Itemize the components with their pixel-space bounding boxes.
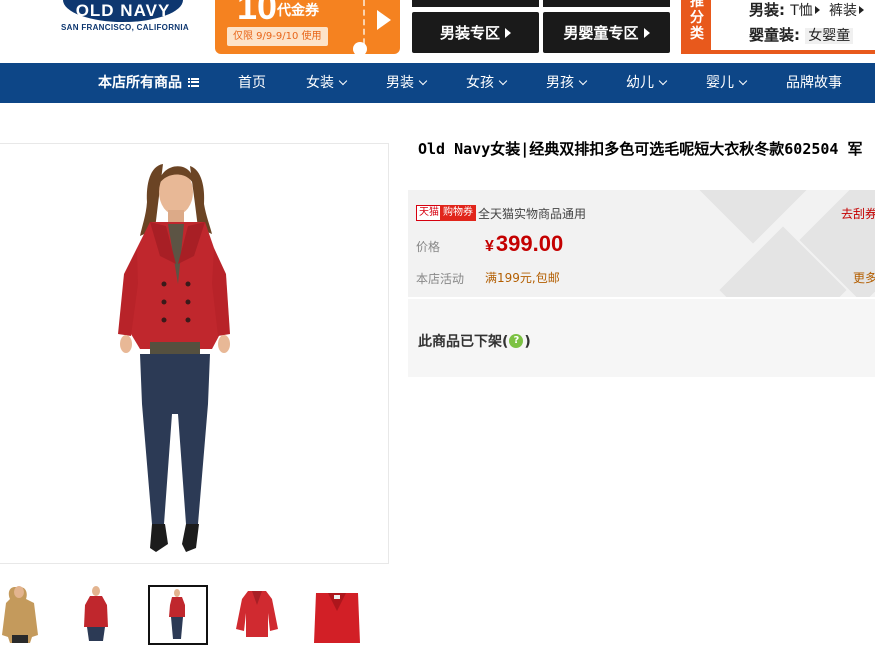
- coupon-amount: 10: [237, 0, 278, 27]
- more-promos-link[interactable]: 更多: [853, 269, 875, 286]
- brand-logo[interactable]: OLD NAVY SAN FRANCISCO, CALIFORNIA: [55, 0, 195, 40]
- kids-title: 婴童装:: [749, 26, 800, 44]
- help-icon[interactable]: ?: [509, 334, 524, 348]
- shop-nav-bar: 本店所有商品 首页 女装 男装 女孩 男孩 幼儿 婴儿 品牌故事: [0, 63, 875, 103]
- thumb-red-coat-closeup-image: [314, 593, 360, 643]
- price-label: 价格: [416, 240, 441, 254]
- chevron-down-icon: [418, 76, 428, 86]
- chevron-down-icon: [578, 76, 588, 86]
- mens-zone-button[interactable]: 男装专区: [412, 12, 539, 53]
- category-strip-right: [543, 0, 670, 7]
- nav-women[interactable]: 女装: [306, 63, 348, 103]
- play-arrow-icon: [363, 0, 400, 54]
- pants-link[interactable]: 裤装: [829, 3, 857, 19]
- nav-label: 男孩: [546, 75, 574, 91]
- promo-text[interactable]: 满199元,包邮: [485, 269, 560, 286]
- coupon-label: 代金券: [277, 3, 319, 19]
- nav-label: 女装: [306, 75, 334, 91]
- chevron-down-icon: [338, 76, 348, 86]
- chevron-down-icon: [738, 76, 748, 86]
- baby-girl-link[interactable]: 女婴童: [805, 28, 854, 44]
- currency-symbol: ¥: [485, 238, 494, 255]
- logo-tagline: SAN FRANCISCO, CALIFORNIA: [61, 23, 189, 32]
- decor-diamond: [689, 190, 817, 244]
- kids-links-row: 婴童装: 女婴童: [749, 24, 854, 45]
- price-value: ¥399.00: [485, 231, 563, 257]
- nav-home[interactable]: 首页: [238, 63, 266, 103]
- nav-label: 幼儿: [626, 75, 654, 91]
- main-product-image[interactable]: [0, 143, 389, 564]
- delisted-notice: 此商品已下架(?): [418, 334, 531, 350]
- list-icon: [188, 77, 199, 87]
- coupon-dates: 仅限 9/9-9/10 使用: [227, 27, 328, 46]
- recommend-label: 推分类: [690, 0, 704, 42]
- mens-links-row: 男装: T恤 裤装: [749, 0, 868, 20]
- nav-label: 婴儿: [706, 75, 734, 91]
- nav-brand-story[interactable]: 品牌故事: [786, 63, 842, 103]
- all-products-label: 本店所有商品: [98, 75, 182, 91]
- shopping-coupon-badge: 购物券: [440, 205, 476, 221]
- nav-men[interactable]: 男装: [386, 63, 428, 103]
- promo-label: 本店活动: [416, 272, 465, 286]
- nav-toddler[interactable]: 幼儿: [626, 63, 668, 103]
- logo-oval: OLD NAVY: [63, 0, 183, 22]
- coupon-banner[interactable]: 10 代金券 仅限 9/9-9/10 使用: [215, 0, 400, 54]
- tee-link[interactable]: T恤: [790, 3, 813, 19]
- thumb-red-coat-flat-image: [236, 591, 278, 637]
- chevron-down-icon: [498, 76, 508, 86]
- all-products-menu[interactable]: 本店所有商品: [98, 63, 199, 103]
- mens-title: 男装:: [749, 1, 785, 19]
- thumbnail-camel-coat[interactable]: [0, 585, 58, 643]
- thumb-camel-coat-image: [2, 586, 38, 643]
- recommend-links: 男装: T恤 裤装 婴童装: 女婴童: [711, 0, 875, 50]
- nav-girls[interactable]: 女孩: [466, 63, 508, 103]
- arrow-icon: [814, 6, 820, 14]
- product-title: Old Navy女装|经典双排扣多色可选毛呢短大衣秋冬款602504 军: [418, 140, 863, 158]
- chevron-down-icon: [658, 76, 668, 86]
- thumbnail-red-coat-flat[interactable]: [228, 585, 286, 643]
- nav-label: 男装: [386, 75, 414, 91]
- tmall-badge: 天猫: [416, 205, 442, 221]
- mens-zone-label: 男装专区: [439, 24, 500, 42]
- price-number: 399.00: [495, 231, 564, 256]
- nav-boys[interactable]: 男孩: [546, 63, 588, 103]
- coupon-notch: [353, 42, 367, 54]
- price-panel: 天猫 购物券 全天猫实物商品通用 去刮券 价格 ¥399.00 本店活动 满19…: [408, 190, 875, 297]
- thumbnail-red-coat-closeup[interactable]: [308, 585, 366, 643]
- delisted-text: 此商品已下架: [418, 334, 502, 350]
- status-panel: 此商品已下架(?): [408, 299, 875, 377]
- nav-baby[interactable]: 婴儿: [706, 63, 748, 103]
- logo-text: OLD NAVY: [75, 1, 171, 20]
- coupon-note: 全天猫实物商品通用: [478, 207, 587, 221]
- thumb-red-coat-front-image: [84, 586, 108, 641]
- thumbnail-red-coat-full[interactable]: [148, 585, 208, 645]
- category-recommend-panel: 推分类 男装: T恤 裤装 婴童装: 女婴童: [681, 0, 875, 54]
- thumb-red-coat-full-image: [169, 589, 185, 639]
- category-strip-left: [412, 0, 539, 7]
- arrow-icon: [859, 6, 865, 14]
- scratch-coupon-link[interactable]: 去刮券: [841, 205, 875, 222]
- baby-boys-zone-label: 男婴童专区: [563, 24, 639, 42]
- model-red-coat-image: [118, 164, 230, 552]
- nav-label: 首页: [238, 75, 266, 91]
- nav-label: 品牌故事: [786, 75, 842, 91]
- thumbnail-red-coat-front[interactable]: [72, 585, 130, 643]
- nav-label: 女孩: [466, 75, 494, 91]
- baby-boys-zone-button[interactable]: 男婴童专区: [543, 12, 670, 53]
